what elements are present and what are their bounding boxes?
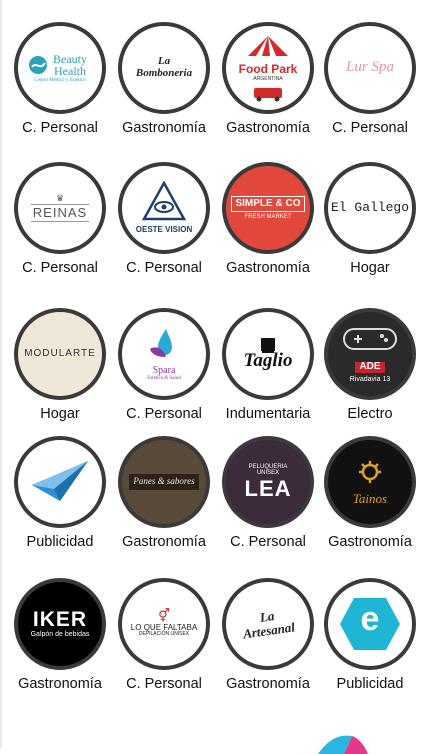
gamepad-icon (343, 327, 397, 350)
logo-title: Taglio (243, 349, 293, 371)
beauty-health-logo: Beauty Health Centro Médico y Estético (14, 22, 106, 114)
crown-icon: ♛ (55, 193, 65, 204)
store-tile-tainos[interactable]: Tainos Gastronomía (318, 436, 422, 550)
store-tile-panes-sabores[interactable]: Panes & sabores Gastronomía (112, 436, 216, 550)
logo-title: IKER (32, 608, 88, 632)
category-label: Gastronomía (18, 676, 102, 692)
el-gallego-logo: El Gallego (324, 162, 416, 254)
logo-title: El Gallego (330, 200, 409, 216)
logo-title: Panes & sabores (129, 474, 199, 490)
store-tile-food-park[interactable]: Food Park ARGENTINA Gastronomía (216, 22, 320, 136)
logo-title: La Bomboneria (135, 55, 193, 79)
logo-title: Beauty Health (53, 51, 87, 79)
logo-subtitle: Galpón de bebidas (30, 631, 90, 639)
store-tile-spara[interactable]: Spara Estética & Salud C. Personal (112, 308, 216, 422)
logo-subtitle: ARGENTINA (253, 76, 283, 82)
store-tile-iker[interactable]: IKER Galpón de bebidas Gastronomía (8, 578, 112, 692)
screen: Beauty Health Centro Médico y Estético C… (0, 0, 422, 748)
category-label: Gastronomía (122, 534, 206, 550)
simple-co-logo: SIMPLE & CO FRESH MARKET (222, 162, 314, 254)
store-tile-beauty-health[interactable]: Beauty Health Centro Médico y Estético C… (8, 22, 112, 136)
category-label: Gastronomía (226, 120, 310, 136)
store-tile-lur-spa[interactable]: Lur Spa C. Personal (318, 22, 422, 136)
category-label: Indumentaria (225, 406, 311, 422)
category-label: C. Personal (22, 120, 98, 136)
logo-title: Spara (152, 364, 176, 376)
logo-subtitle: DEPILACIÓN UNISEX (138, 631, 190, 638)
reinas-logo: ♛ REINAS (14, 162, 106, 254)
category-label: Hogar (40, 406, 80, 422)
store-tile-paper-plane[interactable]: Publicidad (8, 436, 112, 550)
category-label: C. Personal (22, 260, 98, 276)
gender-symbol-icon: ⚥ (158, 609, 170, 625)
decorative-corner-icon (318, 735, 368, 754)
store-tile-oeste-vision[interactable]: OESTE VISION C. Personal (112, 162, 216, 276)
lo-que-faltaba-logo: ⚥ LO QUE FALTABA DEPILACIÓN UNISEX (118, 578, 210, 670)
lur-spa-logo: Lur Spa (324, 22, 416, 114)
store-tile-lea[interactable]: PELUQUERIA UNISEX LEA C. Personal (216, 436, 320, 550)
store-tile-lo-que-faltaba[interactable]: ⚥ LO QUE FALTABA DEPILACIÓN UNISEX C. Pe… (112, 578, 216, 692)
water-drop-icon (150, 328, 172, 357)
taglio-logo: Taglio (222, 308, 314, 400)
category-label: Publicidad (336, 676, 404, 692)
paper-plane-icon (32, 461, 88, 501)
oeste-vision-logo: OESTE VISION (118, 162, 210, 254)
logo-title: Tainos (352, 490, 388, 506)
category-label: C. Personal (126, 676, 202, 692)
food-park-logo: Food Park ARGENTINA (222, 22, 314, 114)
store-tile-la-artesanal[interactable]: La Artesanal Gastronomía (216, 578, 320, 692)
la-artesanal-logo: La Artesanal (222, 578, 314, 670)
modularte-logo: MODULARTE (14, 308, 106, 400)
sun-glyph-icon (359, 460, 381, 483)
paper-plane-logo (14, 436, 106, 528)
logo-title: ADE (355, 362, 385, 373)
logo-title: e (360, 600, 380, 638)
category-label: Electro (347, 406, 393, 422)
store-tile-reinas[interactable]: ♛ REINAS C. Personal (8, 162, 112, 276)
category-label: C. Personal (230, 534, 306, 550)
store-tile-la-bomboneria[interactable]: La Bomboneria Gastronomía (112, 22, 216, 136)
logo-title: Food Park (238, 62, 298, 76)
category-label: Gastronomía (122, 120, 206, 136)
top-hat-icon (260, 337, 275, 351)
category-label: Gastronomía (226, 676, 310, 692)
logo-subtitle: Estética & Salud (147, 376, 181, 382)
panes-sabores-logo: Panes & sabores (118, 436, 210, 528)
la-bomboneria-logo: La Bomboneria (118, 22, 210, 114)
logo-subtitle: Centro Médico y Estético (34, 77, 86, 83)
spara-logo: Spara Estética & Salud (118, 308, 210, 400)
store-tile-e-hexagon[interactable]: e Publicidad (318, 578, 422, 692)
store-tile-taglio[interactable]: Taglio Indumentaria (216, 308, 320, 422)
store-tile-ade[interactable]: ADE Rivadavia 13 Electro (318, 308, 422, 422)
logo-title: Lur Spa (346, 59, 394, 76)
ade-electro-logo: ADE Rivadavia 13 (324, 308, 416, 400)
triangle-eye-icon (141, 180, 187, 221)
swirl-icon (29, 56, 47, 75)
logo-title: La Artesanal (242, 608, 296, 642)
category-label: Publicidad (26, 534, 94, 550)
store-tile-el-gallego[interactable]: El Gallego Hogar (318, 162, 422, 276)
logo-subtitle: PELUQUERIA UNISEX (248, 464, 288, 477)
category-label: Gastronomía (328, 534, 412, 550)
lea-logo: PELUQUERIA UNISEX LEA (222, 436, 314, 528)
logo-subtitle: Rivadavia 13 (349, 376, 391, 384)
logo-title: MODULARTE (24, 347, 96, 359)
category-label: Hogar (350, 260, 390, 276)
e-hexagon-logo: e (324, 578, 416, 670)
category-label: C. Personal (126, 260, 202, 276)
store-tile-simple-co[interactable]: SIMPLE & CO FRESH MARKET Gastronomía (216, 162, 320, 276)
category-label: C. Personal (332, 120, 408, 136)
logo-title: LEA (244, 475, 292, 501)
logo-subtitle: FRESH MARKET (244, 214, 292, 221)
iker-logo: IKER Galpón de bebidas (14, 578, 106, 670)
logo-title: REINAS (30, 203, 90, 222)
category-label: Gastronomía (226, 260, 310, 276)
logo-title: SIMPLE & CO (231, 195, 305, 213)
category-label: C. Personal (126, 406, 202, 422)
logo-title: OESTE VISION (135, 225, 193, 235)
store-tile-modularte[interactable]: MODULARTE Hogar (8, 308, 112, 422)
tainos-logo: Tainos (324, 436, 416, 528)
